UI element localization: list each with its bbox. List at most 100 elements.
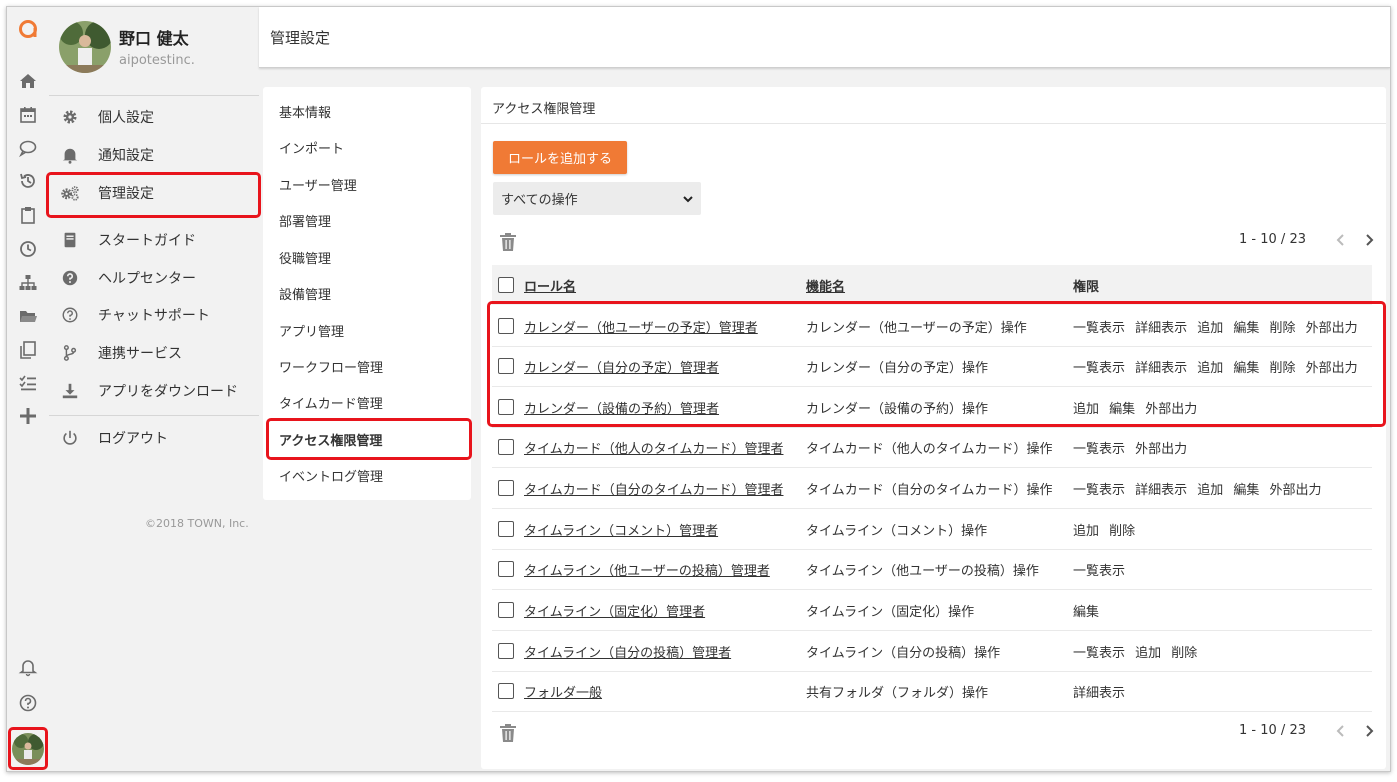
- subnav-label: ユーザー管理: [279, 178, 357, 194]
- folder-open-icon[interactable]: [16, 304, 40, 328]
- menu-item-help-center[interactable]: ヘルプセンター: [49, 261, 259, 295]
- row-checkbox[interactable]: [498, 358, 514, 374]
- role-link[interactable]: フォルダ一般: [524, 682, 602, 701]
- avatar[interactable]: [59, 21, 111, 73]
- clipboard-icon[interactable]: [16, 203, 40, 227]
- row-checkbox[interactable]: [498, 683, 514, 699]
- menu-item-download-app[interactable]: アプリをダウンロード: [49, 374, 259, 408]
- menu-label: アプリをダウンロード: [98, 384, 238, 400]
- row-checkbox[interactable]: [498, 561, 514, 577]
- notification-bell-icon[interactable]: [16, 655, 40, 679]
- permissions: 一覧表示 詳細表示 追加 編集 削除 外部出力: [1073, 321, 1358, 336]
- plus-icon[interactable]: [16, 404, 40, 428]
- home-icon[interactable]: [16, 69, 40, 93]
- avatar-small[interactable]: [12, 733, 44, 765]
- row-checkbox[interactable]: [498, 602, 514, 618]
- feature-name: タイムライン（固定化）操作: [806, 605, 975, 620]
- column-header-feature[interactable]: 機能名: [806, 276, 845, 295]
- permissions: 一覧表示 追加 削除: [1073, 646, 1198, 661]
- menu-item-integrations[interactable]: 連携サービス: [49, 336, 259, 370]
- chat-bubble-icon[interactable]: [16, 136, 40, 160]
- menu-item-start-guide[interactable]: スタートガイド: [49, 223, 259, 257]
- table-row: フォルダ一般 共有フォルダ（フォルダ）操作 詳細表示: [492, 671, 1372, 712]
- branch-icon: [60, 343, 80, 363]
- role-link[interactable]: タイムカード（自分のタイムカード）管理者: [524, 479, 783, 498]
- app-logo-icon[interactable]: [16, 17, 40, 41]
- trash-icon[interactable]: [499, 232, 517, 252]
- calendar-icon[interactable]: [16, 103, 40, 127]
- filter-value: すべての操作: [501, 193, 578, 208]
- clock-icon[interactable]: [16, 237, 40, 261]
- history-icon[interactable]: [16, 169, 40, 193]
- page-header: 管理設定: [259, 7, 1390, 68]
- access-control-panel: アクセス権限管理 ロールを追加する すべての操作 1 - 10 / 23 ロール…: [481, 87, 1386, 769]
- role-link[interactable]: カレンダー（設備の予約）管理者: [524, 398, 719, 417]
- subnav-item-event-log[interactable]: イベントログ管理: [263, 457, 471, 493]
- menu-label: ヘルプセンター: [98, 271, 196, 287]
- side-menu: 野口 健太 aipotestinc. 個人設定 通知設定 管理設定 スタートガイ…: [46, 7, 261, 771]
- row-checkbox[interactable]: [498, 643, 514, 659]
- role-link[interactable]: タイムライン（他ユーザーの投稿）管理者: [524, 560, 770, 579]
- role-link[interactable]: タイムライン（固定化）管理者: [524, 601, 705, 620]
- operation-filter-select[interactable]: すべての操作: [493, 182, 701, 215]
- help-circle-icon[interactable]: [16, 691, 40, 715]
- question-outline-icon: [60, 305, 80, 325]
- page-title: 管理設定: [270, 29, 331, 47]
- chevron-right-icon[interactable]: [1362, 233, 1376, 247]
- feature-name: タイムライン（コメント）操作: [806, 524, 988, 539]
- row-checkbox[interactable]: [498, 318, 514, 334]
- divider: [481, 123, 1386, 124]
- subnav-item-users[interactable]: ユーザー管理: [263, 166, 471, 202]
- menu-item-personal-settings[interactable]: 個人設定: [49, 100, 259, 134]
- chevron-right-icon[interactable]: [1362, 724, 1376, 738]
- subnav-item-workflow[interactable]: ワークフロー管理: [263, 348, 471, 384]
- subnav-item-timecard[interactable]: タイムカード管理: [263, 384, 471, 420]
- subnav-item-departments[interactable]: 部署管理: [263, 202, 471, 238]
- subnav-label: 設備管理: [279, 287, 332, 303]
- user-company: aipotestinc.: [119, 53, 195, 68]
- subnav-item-facilities[interactable]: 設備管理: [263, 275, 471, 311]
- column-header-permission: 権限: [1073, 280, 1100, 295]
- role-link[interactable]: タイムカード（他人のタイムカード）管理者: [524, 438, 783, 457]
- table-row: カレンダー（他ユーザーの予定）管理者 カレンダー（他ユーザーの予定）操作 一覧表…: [492, 306, 1372, 347]
- table-row: タイムライン（コメント）管理者 タイムライン（コメント）操作 追加 削除: [492, 509, 1372, 550]
- subnav-item-import[interactable]: インポート: [263, 129, 471, 165]
- chevron-left-icon[interactable]: [1334, 233, 1348, 247]
- panel-title: アクセス権限管理: [492, 102, 596, 117]
- table-row: タイムライン（固定化）管理者 タイムライン（固定化）操作 編集: [492, 590, 1372, 631]
- menu-item-admin-settings[interactable]: 管理設定: [49, 176, 259, 210]
- select-all-checkbox[interactable]: [498, 277, 514, 293]
- role-link[interactable]: カレンダー（他ユーザーの予定）管理者: [524, 317, 758, 336]
- menu-item-chat-support[interactable]: チャットサポート: [49, 298, 259, 332]
- copy-icon[interactable]: [16, 338, 40, 362]
- icon-rail: [7, 7, 49, 771]
- permissions: 追加 削除: [1073, 524, 1136, 539]
- row-checkbox[interactable]: [498, 480, 514, 496]
- gear-icon: [60, 107, 80, 127]
- subnav-item-access-control[interactable]: アクセス権限管理: [263, 421, 471, 457]
- role-link[interactable]: カレンダー（自分の予定）管理者: [524, 357, 719, 376]
- org-chart-icon[interactable]: [16, 271, 40, 295]
- subnav-item-basic-info[interactable]: 基本情報: [263, 93, 471, 129]
- add-role-button[interactable]: ロールを追加する: [493, 141, 627, 174]
- menu-item-notification-settings[interactable]: 通知設定: [49, 138, 259, 172]
- row-checkbox[interactable]: [498, 439, 514, 455]
- row-checkbox[interactable]: [498, 521, 514, 537]
- row-checkbox[interactable]: [498, 399, 514, 415]
- role-link[interactable]: タイムライン（自分の投稿）管理者: [524, 642, 731, 661]
- menu-label: チャットサポート: [98, 308, 210, 324]
- subnav-item-positions[interactable]: 役職管理: [263, 239, 471, 275]
- menu-item-logout[interactable]: ログアウト: [49, 421, 259, 455]
- menu-label: スタートガイド: [98, 233, 196, 249]
- role-link[interactable]: タイムライン（コメント）管理者: [524, 520, 718, 539]
- table-row: カレンダー（設備の予約）管理者 カレンダー（設備の予約）操作 追加 編集 外部出…: [492, 387, 1372, 428]
- checklist-icon[interactable]: [16, 371, 40, 395]
- trash-icon[interactable]: [499, 723, 517, 743]
- column-header-role[interactable]: ロール名: [524, 276, 576, 295]
- chevron-left-icon[interactable]: [1334, 724, 1348, 738]
- subnav-item-apps[interactable]: アプリ管理: [263, 312, 471, 348]
- feature-name: タイムカード（自分のタイムカード）操作: [806, 483, 1053, 498]
- pagination-top: 1 - 10 / 23: [1239, 232, 1376, 247]
- menu-label: 連携サービス: [98, 346, 182, 362]
- subnav-label: タイムカード管理: [279, 396, 383, 412]
